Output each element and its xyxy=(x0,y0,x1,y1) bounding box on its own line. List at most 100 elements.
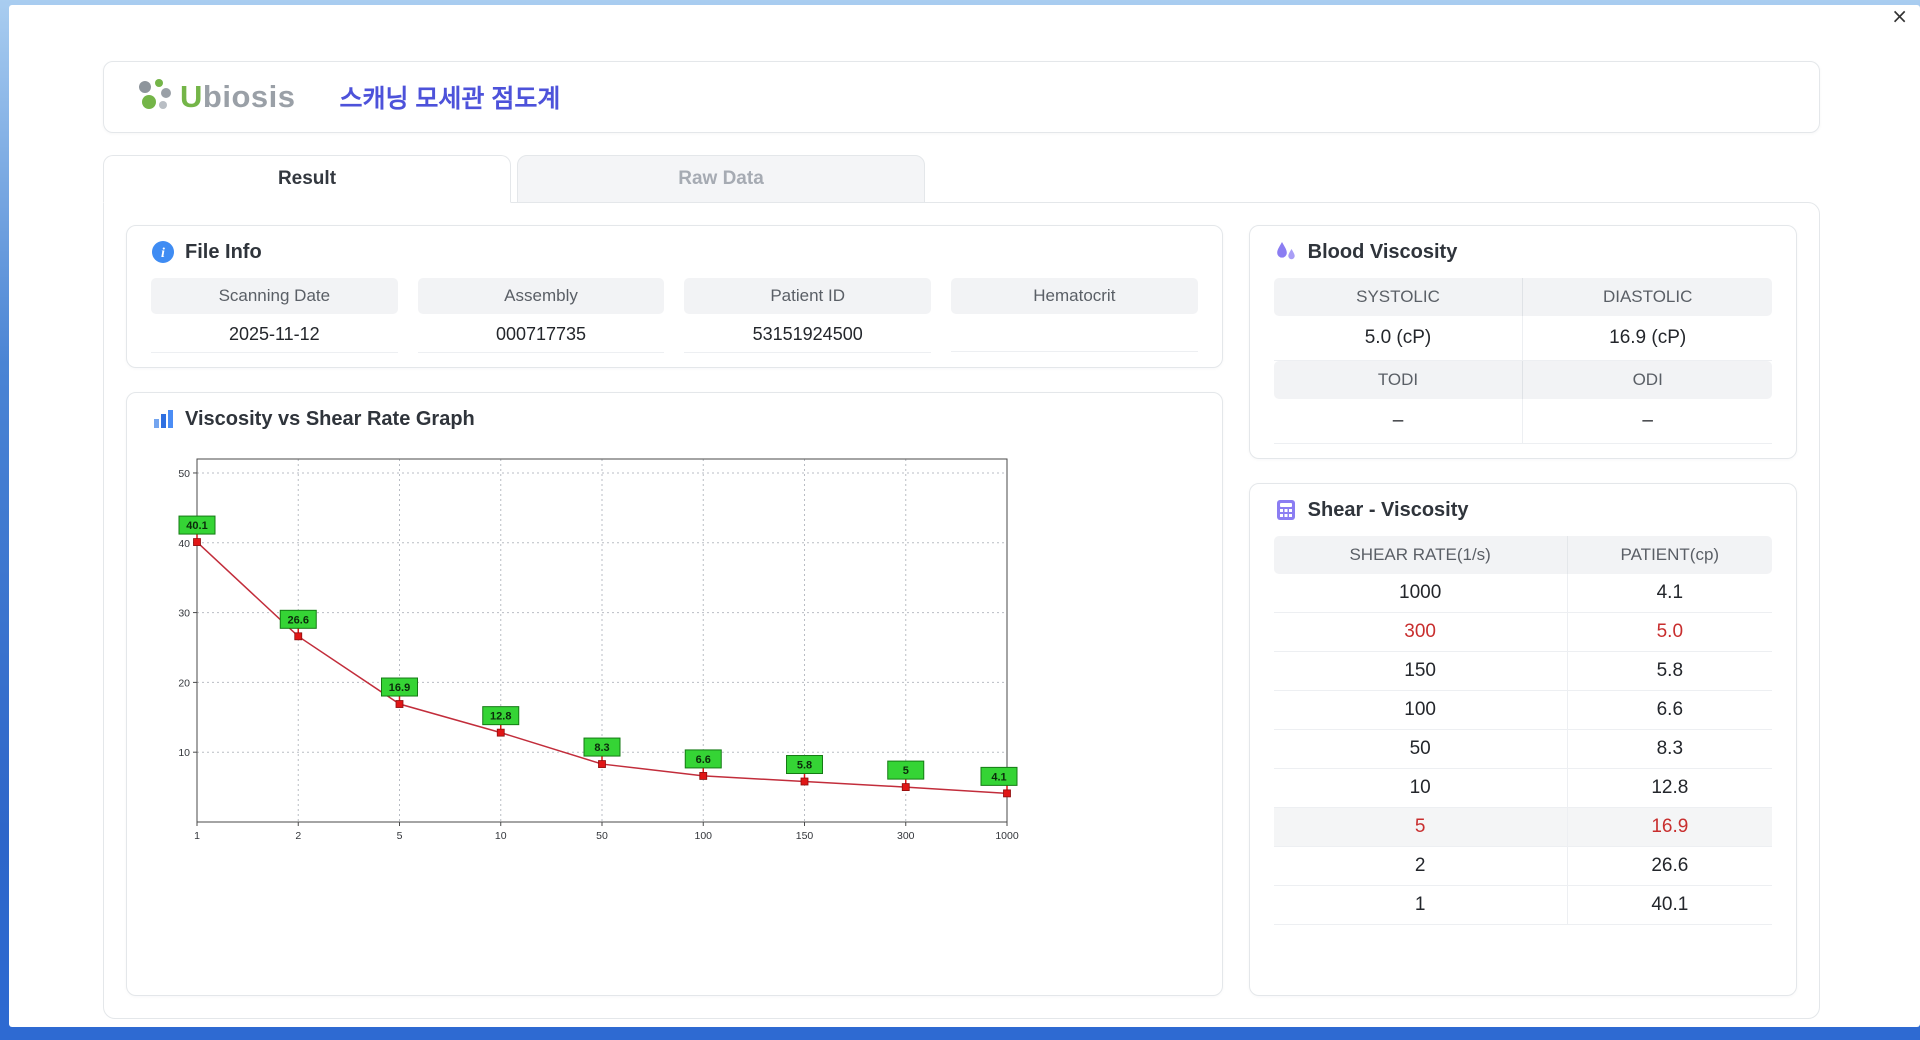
bv-value-cell: 5.0 (cP) xyxy=(1273,316,1523,361)
field-value xyxy=(951,314,1198,352)
bv-header-cell: ODI xyxy=(1522,361,1772,399)
svg-text:8.3: 8.3 xyxy=(594,742,609,754)
file-info-field: Patient ID 53151924500 xyxy=(684,278,932,353)
bv-header-cell: SYSTOLIC xyxy=(1356,287,1440,306)
ubiosis-logo: Ubiosis xyxy=(134,77,295,118)
svg-text:1000: 1000 xyxy=(995,830,1019,842)
shear-rate-cell: 1000 xyxy=(1273,574,1568,613)
svg-text:12.8: 12.8 xyxy=(490,711,511,723)
shear-rate-cell: 1 xyxy=(1273,885,1568,925)
blood-viscosity-title: Blood Viscosity xyxy=(1274,240,1772,264)
shear-rate-cell: 5 xyxy=(1273,807,1568,847)
svg-text:40: 40 xyxy=(178,538,190,550)
shear-viscosity-card: Shear - Viscosity SHEAR RATE(1/s) PATIENT… xyxy=(1248,483,1797,996)
svg-text:5: 5 xyxy=(903,765,909,777)
svg-text:30: 30 xyxy=(178,608,190,620)
blood-viscosity-grid: SYSTOLIC DIASTOLIC 5.0 (cP) 16.9 (cP) TODI OD… xyxy=(1273,278,1773,444)
field-label: Hematocrit xyxy=(951,278,1198,314)
svg-text:150: 150 xyxy=(796,830,814,842)
svg-text:40.1: 40.1 xyxy=(186,520,207,532)
field-value: 2025-11-12 xyxy=(151,314,398,353)
info-icon: i xyxy=(152,241,174,263)
svg-text:10: 10 xyxy=(178,747,190,759)
svg-text:50: 50 xyxy=(596,830,608,842)
desktop-background: × Ubiosis 스캐닝 모세관 점도계 Result Raw Data i … xyxy=(0,0,1920,1040)
svg-text:16.9: 16.9 xyxy=(389,682,410,694)
table-row: 10 12.8 xyxy=(1273,768,1772,808)
logo-text: Ubiosis xyxy=(180,79,296,114)
file-info-card: i File Info Scanning Date 2025-11-12 Assem… xyxy=(126,225,1223,368)
patient-value-cell: 8.3 xyxy=(1566,729,1772,769)
svg-text:20: 20 xyxy=(178,677,190,689)
file-info-field: Hematocrit xyxy=(951,278,1198,353)
svg-text:i: i xyxy=(161,246,165,261)
shear-rate-cell: 2 xyxy=(1273,846,1568,886)
table-row: 1000 4.1 xyxy=(1273,574,1772,613)
svg-text:50: 50 xyxy=(178,468,190,480)
table-row: 150 5.8 xyxy=(1273,651,1772,691)
bv-header-row: SYSTOLIC DIASTOLIC xyxy=(1273,278,1772,316)
patient-value-cell: 26.6 xyxy=(1566,846,1772,886)
shear-rate-cell: 100 xyxy=(1273,690,1568,730)
bv-value-row: 5.0 (cP) 16.9 (cP) xyxy=(1273,316,1773,361)
svg-text:26.6: 26.6 xyxy=(288,614,309,626)
table-row: 2 26.6 xyxy=(1273,846,1772,886)
left-column: i File Info Scanning Date 2025-11-12 Assem… xyxy=(126,225,1223,996)
bv-header-cell: TODI xyxy=(1377,370,1419,389)
field-value: 53151924500 xyxy=(684,314,932,353)
page: Ubiosis 스캐닝 모세관 점도계 Result Raw Data i Fi… xyxy=(9,5,1920,1027)
field-label: Patient ID xyxy=(684,278,932,314)
page-title: 스캐닝 모세관 점도계 xyxy=(339,85,561,113)
shear-rate-cell: 10 xyxy=(1273,768,1568,808)
tab-raw-data[interactable]: Raw Data xyxy=(517,155,925,203)
svg-text:6.6: 6.6 xyxy=(696,754,711,766)
shear-viscosity-title: Shear - Viscosity xyxy=(1274,498,1772,522)
droplets-icon xyxy=(1276,242,1295,260)
patient-value-cell: 12.8 xyxy=(1566,768,1772,808)
calculator-grid-icon xyxy=(1276,500,1295,520)
table-row: 100 6.6 xyxy=(1273,690,1772,730)
patient-value-cell: 5.0 xyxy=(1566,612,1772,652)
shear-header-row: SHEAR RATE(1/s) PATIENT(cp) xyxy=(1273,536,1772,574)
svg-text:5: 5 xyxy=(397,830,403,842)
bv-value-cell: – xyxy=(1522,399,1773,444)
blood-viscosity-card: Blood Viscosity SYSTOLIC DIASTOLIC 5.0 (cP… xyxy=(1248,225,1797,459)
svg-text:4.1: 4.1 xyxy=(991,771,1006,783)
svg-text:100: 100 xyxy=(694,830,712,842)
svg-text:10: 10 xyxy=(495,830,507,842)
svg-text:2: 2 xyxy=(295,830,301,842)
bv-header-row: TODI ODI xyxy=(1273,361,1772,399)
viscosity-graph-card: Viscosity vs Shear Rate Graph 1 2 5 10 50 100… xyxy=(126,392,1223,996)
field-value: 000717735 xyxy=(417,314,665,353)
shear-viscosity-table: SHEAR RATE(1/s) PATIENT(cp) 1000 4.1 300 5.0 1… xyxy=(1273,536,1772,925)
file-info-field: Scanning Date 2025-11-12 xyxy=(151,278,398,353)
patient-value-cell: 6.6 xyxy=(1566,690,1772,730)
shear-column-header: PATIENT(cp) xyxy=(1566,536,1772,574)
bv-value-row: – – xyxy=(1273,399,1773,444)
bar-chart-icon xyxy=(154,410,173,428)
file-info-title: i File Info xyxy=(151,240,1198,264)
table-row: 5 16.9 xyxy=(1273,807,1772,847)
shear-rate-cell: 50 xyxy=(1273,729,1568,769)
tab-result[interactable]: Result xyxy=(103,155,511,203)
shear-rate-cell: 150 xyxy=(1273,651,1568,691)
table-row: 50 8.3 xyxy=(1273,729,1772,769)
table-row: 300 5.0 xyxy=(1273,612,1772,652)
patient-value-cell: 40.1 xyxy=(1566,885,1772,925)
right-column: Blood Viscosity SYSTOLIC DIASTOLIC 5.0 (cP… xyxy=(1248,225,1797,996)
bv-value-cell: – xyxy=(1273,399,1523,444)
viscosity-chart: 1 2 5 10 50 100 150 300 1000 10 20 30 40 50 40.1 26.6 16… xyxy=(151,445,1198,857)
patient-value-cell: 5.8 xyxy=(1566,651,1772,691)
tab-bar: Result Raw Data xyxy=(103,155,1820,203)
logo-dots-icon xyxy=(134,77,174,118)
window-close-button[interactable]: × xyxy=(1891,5,1908,27)
field-label: Assembly xyxy=(417,278,665,314)
bv-header-cell: DIASTOLIC xyxy=(1522,278,1772,316)
main-content: i File Info Scanning Date 2025-11-12 Assem… xyxy=(103,202,1820,1019)
svg-text:1: 1 xyxy=(194,830,200,842)
svg-text:5.8: 5.8 xyxy=(797,760,812,772)
patient-value-cell: 4.1 xyxy=(1566,574,1772,613)
shear-column-header: SHEAR RATE(1/s) xyxy=(1273,536,1568,574)
file-info-field: Assembly 000717735 xyxy=(417,278,665,353)
shear-rate-cell: 300 xyxy=(1273,612,1568,652)
